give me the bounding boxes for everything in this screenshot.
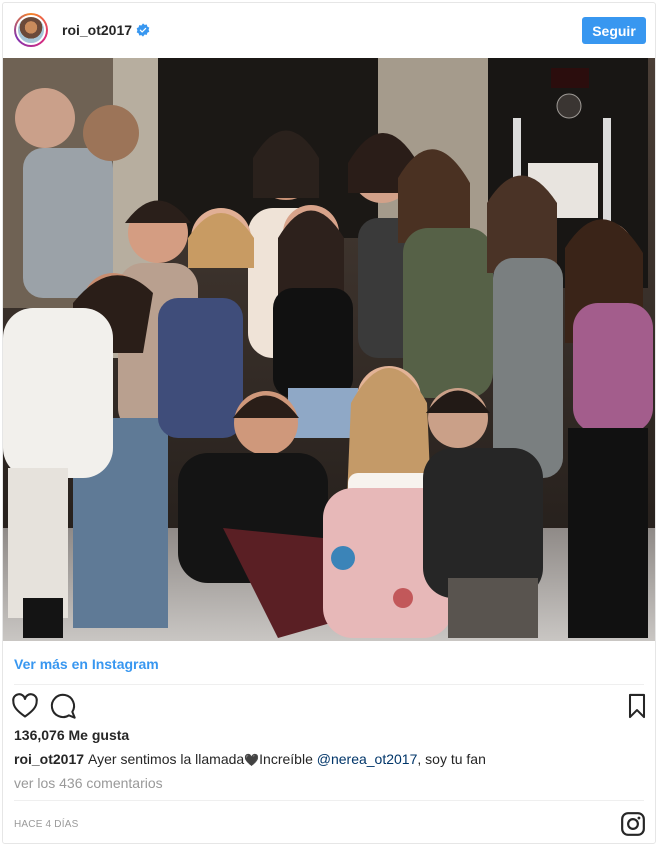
view-more-on-instagram-link[interactable]: Ver más en Instagram bbox=[14, 656, 159, 672]
caption-text-2: Increíble bbox=[259, 751, 317, 767]
post-photo[interactable] bbox=[3, 58, 655, 641]
post-actions bbox=[11, 692, 651, 722]
bookmark-icon[interactable] bbox=[623, 692, 651, 720]
view-comments-link[interactable]: ver los 436 comentarios bbox=[14, 775, 163, 791]
post-timestamp: HACE 4 DÍAS bbox=[14, 819, 79, 830]
likes-count[interactable]: 136,076 Me gusta bbox=[14, 727, 129, 743]
heart-icon[interactable] bbox=[11, 692, 39, 720]
instagram-embed: roi_ot2017 Seguir Ver más en Instagram 1… bbox=[2, 2, 656, 844]
comment-bubble-icon[interactable] bbox=[49, 692, 77, 720]
post-caption: roi_ot2017 Ayer sentimos la llamada🖤Incre… bbox=[14, 751, 486, 767]
verified-badge-icon bbox=[136, 23, 150, 37]
avatar[interactable] bbox=[14, 13, 48, 47]
divider bbox=[14, 800, 644, 801]
caption-username-link[interactable]: roi_ot2017 bbox=[14, 751, 84, 767]
black-heart-emoji: 🖤 bbox=[244, 753, 260, 767]
divider bbox=[14, 684, 644, 685]
mention-link[interactable]: @nerea_ot2017 bbox=[317, 751, 418, 767]
caption-text-3: , soy tu fan bbox=[417, 751, 486, 767]
post-header: roi_ot2017 Seguir bbox=[3, 3, 655, 59]
caption-text: Ayer sentimos la llamada bbox=[88, 751, 245, 767]
group-photo-illustration bbox=[3, 58, 655, 641]
username-link[interactable]: roi_ot2017 bbox=[62, 22, 132, 38]
follow-button[interactable]: Seguir bbox=[582, 17, 646, 44]
instagram-icon[interactable] bbox=[620, 811, 646, 837]
